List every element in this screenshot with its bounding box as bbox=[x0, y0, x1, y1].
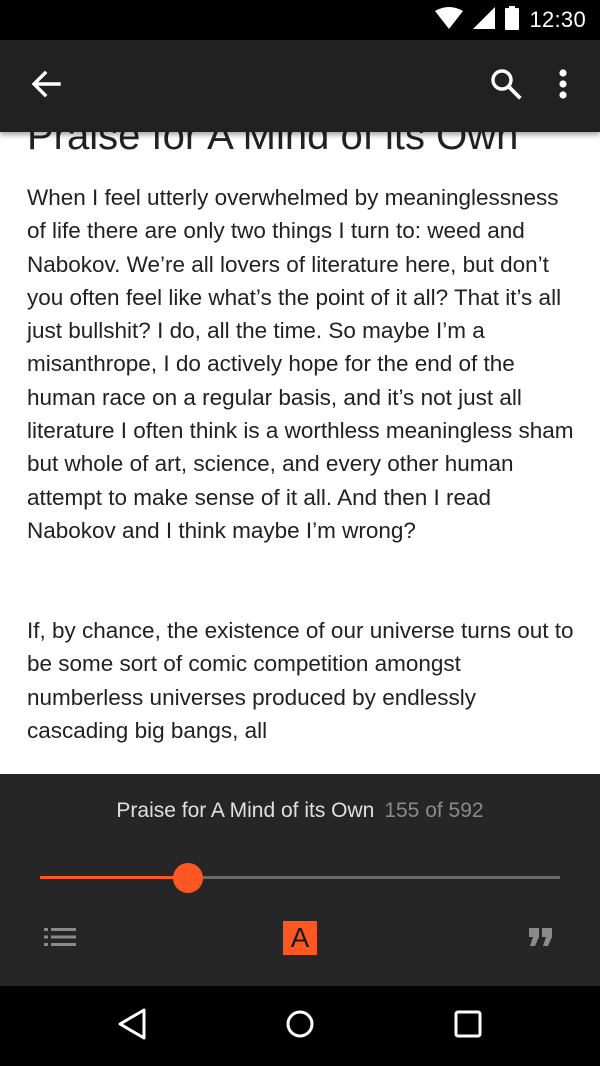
status-bar: 12:30 bbox=[0, 0, 600, 40]
page-counter: 155 of 592 bbox=[384, 799, 484, 822]
nav-recents-icon bbox=[454, 1010, 482, 1043]
search-button[interactable] bbox=[482, 62, 530, 110]
quote-icon bbox=[528, 927, 554, 952]
cell-signal-icon bbox=[473, 6, 496, 34]
table-of-contents-button[interactable] bbox=[42, 924, 78, 954]
paragraph: When I feel utterly overwhelmed by meani… bbox=[27, 185, 574, 543]
paragraph: If, by chance, the existence of our univ… bbox=[27, 618, 574, 743]
nav-home-button[interactable] bbox=[276, 1002, 324, 1050]
nav-recents-button[interactable] bbox=[444, 1002, 492, 1050]
navigation-bar bbox=[0, 986, 600, 1066]
nav-home-icon bbox=[285, 1009, 315, 1044]
table-of-contents-icon bbox=[44, 927, 76, 952]
wifi-icon bbox=[435, 6, 464, 34]
font-settings-icon: A bbox=[290, 922, 310, 953]
location-info: Praise for A Mind of its Own 155 of 592 bbox=[0, 798, 600, 824]
status-time: 12:30 bbox=[529, 7, 586, 32]
page-slider[interactable] bbox=[40, 863, 560, 893]
nav-back-icon bbox=[116, 1007, 148, 1046]
reader-screen: 12:30 Praise for A Mind of its Own When … bbox=[0, 0, 600, 1066]
panel-chapter-name: Praise for A Mind of its Own bbox=[116, 799, 375, 822]
reader-panel: Praise for A Mind of its Own 155 of 592 A bbox=[0, 774, 600, 986]
book-content[interactable]: Praise for A Mind of its Own When I feel… bbox=[0, 40, 600, 774]
font-settings-button[interactable]: A bbox=[283, 921, 317, 955]
status-icons: 12:30 bbox=[435, 0, 586, 40]
app-bar bbox=[0, 40, 600, 132]
back-button[interactable] bbox=[22, 62, 70, 110]
slider-thumb[interactable] bbox=[173, 863, 204, 893]
slider-fill bbox=[40, 876, 189, 879]
search-icon bbox=[490, 68, 522, 105]
more-vert-icon bbox=[559, 68, 567, 104]
back-arrow-icon bbox=[31, 70, 61, 103]
battery-icon bbox=[505, 5, 520, 35]
quotes-button[interactable] bbox=[524, 924, 558, 954]
nav-back-button[interactable] bbox=[108, 1002, 156, 1050]
more-options-button[interactable] bbox=[539, 62, 587, 110]
